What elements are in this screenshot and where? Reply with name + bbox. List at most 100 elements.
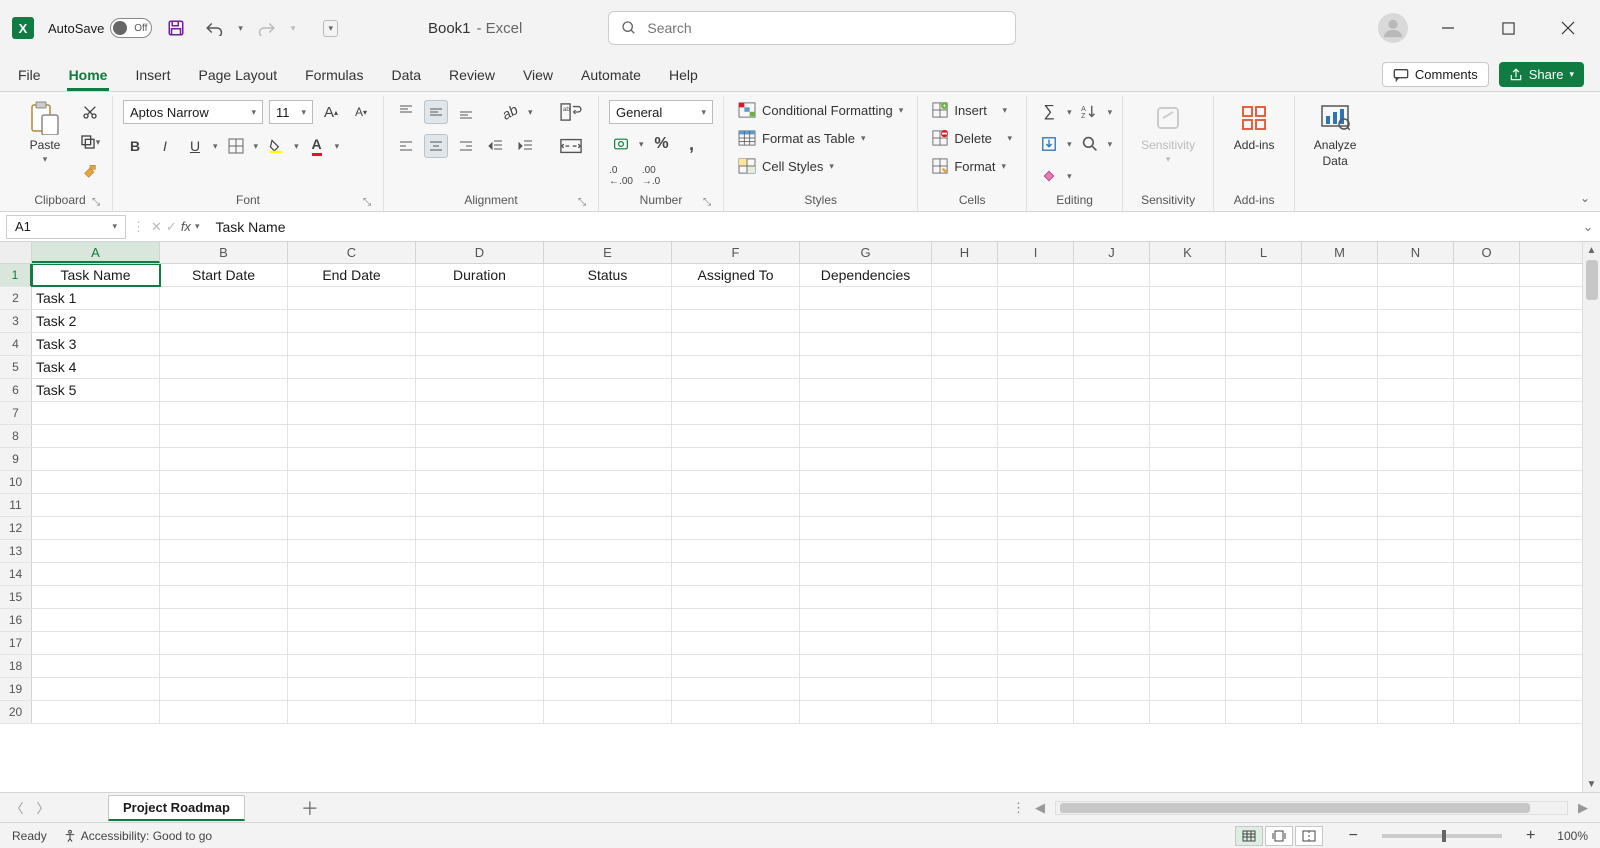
cell[interactable] [32,494,160,516]
cell[interactable] [32,517,160,539]
cell[interactable] [416,356,544,378]
row-header[interactable]: 15 [0,586,32,608]
cell[interactable] [544,632,672,654]
zoom-out-button[interactable]: − [1349,827,1358,845]
page-break-view-button[interactable] [1295,826,1323,846]
cell[interactable] [1150,448,1226,470]
cell[interactable] [32,701,160,723]
cell[interactable] [1226,586,1302,608]
maximize-button[interactable] [1488,14,1528,42]
row-header[interactable]: 6 [0,379,32,401]
cell[interactable] [672,563,800,585]
increase-indent-button[interactable] [514,134,538,158]
comma-format-button[interactable]: , [680,132,704,156]
cell[interactable] [672,678,800,700]
cell[interactable] [160,563,288,585]
cell[interactable] [998,448,1074,470]
cell[interactable] [998,356,1074,378]
number-launcher[interactable]: ⤡ [703,197,711,208]
cell[interactable]: Task 3 [32,333,160,355]
row-header[interactable]: 3 [0,310,32,332]
cell[interactable] [32,632,160,654]
cell[interactable] [1150,609,1226,631]
save-button[interactable] [162,14,190,42]
column-header[interactable]: G [800,242,932,263]
cell[interactable] [160,609,288,631]
conditional-formatting-button[interactable]: Conditional Formatting ▾ [734,100,907,120]
insert-function-button[interactable]: fx [181,219,191,234]
cell[interactable] [32,586,160,608]
cell[interactable] [800,494,932,516]
cell[interactable] [1150,655,1226,677]
cell[interactable] [1378,471,1454,493]
cell[interactable] [932,287,998,309]
cell[interactable] [288,448,416,470]
cell[interactable] [1226,655,1302,677]
column-header[interactable]: I [998,242,1074,263]
cell[interactable] [800,333,932,355]
cell[interactable] [416,678,544,700]
paste-button[interactable]: Paste ▾ [18,100,72,165]
cell[interactable] [1302,655,1378,677]
cell[interactable] [1454,540,1520,562]
cell[interactable] [1226,540,1302,562]
cell[interactable] [416,333,544,355]
cell[interactable] [416,425,544,447]
cell[interactable]: Task Name [32,264,160,286]
cell[interactable] [1302,448,1378,470]
minimize-button[interactable] [1428,14,1468,42]
cell[interactable] [416,310,544,332]
cell[interactable] [32,609,160,631]
cell[interactable] [416,586,544,608]
cell[interactable] [544,448,672,470]
cell[interactable] [1378,287,1454,309]
cell[interactable] [1378,264,1454,286]
cell[interactable] [160,655,288,677]
cell[interactable] [1226,632,1302,654]
cell[interactable] [998,586,1074,608]
format-painter-button[interactable] [78,160,102,184]
cell[interactable] [1378,586,1454,608]
cell[interactable] [32,402,160,424]
cell[interactable] [1074,448,1150,470]
cell[interactable] [1454,471,1520,493]
cell[interactable] [416,517,544,539]
cell[interactable] [932,264,998,286]
cell[interactable] [1302,287,1378,309]
cell[interactable] [672,448,800,470]
bold-button[interactable]: B [123,134,147,158]
column-header[interactable]: B [160,242,288,263]
vertical-scrollbar[interactable]: ▲ ▼ [1582,242,1600,792]
cell[interactable] [1074,655,1150,677]
cell[interactable] [160,632,288,654]
cell[interactable] [1454,333,1520,355]
cell[interactable] [1454,517,1520,539]
cell[interactable] [544,425,672,447]
share-button[interactable]: Share ▾ [1499,62,1584,87]
comments-button[interactable]: Comments [1382,62,1489,87]
fill-button[interactable] [1037,132,1061,156]
cell[interactable] [1074,333,1150,355]
cell[interactable] [932,356,998,378]
cell[interactable] [800,678,932,700]
cell[interactable] [1074,609,1150,631]
cell[interactable] [1378,655,1454,677]
number-format-combo[interactable]: General▾ [609,100,713,124]
cell[interactable] [672,655,800,677]
column-header[interactable]: N [1378,242,1454,263]
cell[interactable] [1074,379,1150,401]
cell[interactable] [1074,264,1150,286]
row-header[interactable]: 14 [0,563,32,585]
cell[interactable] [160,402,288,424]
decrease-indent-button[interactable] [484,134,508,158]
cell[interactable] [1454,632,1520,654]
cell[interactable] [1378,632,1454,654]
cell[interactable] [672,379,800,401]
cell[interactable] [288,356,416,378]
cell[interactable] [932,517,998,539]
cell[interactable] [998,540,1074,562]
cell[interactable] [160,678,288,700]
cell[interactable] [288,678,416,700]
cell[interactable] [932,402,998,424]
cell[interactable] [800,609,932,631]
